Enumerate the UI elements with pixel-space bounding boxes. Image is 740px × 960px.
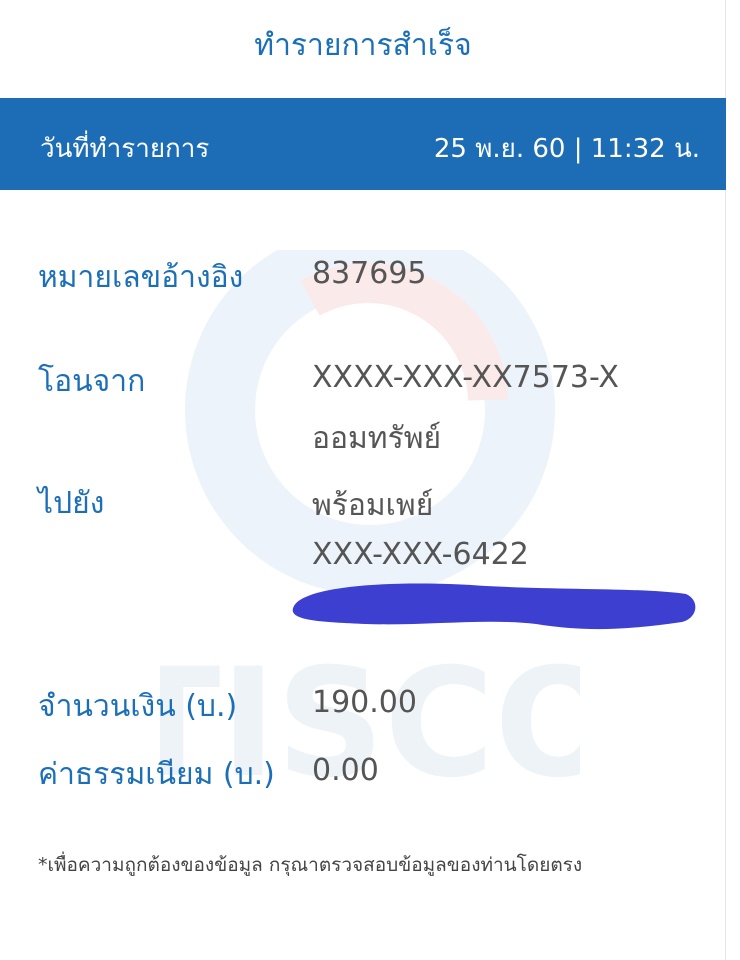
footnote: *เพื่อความถูกต้องของข้อมูล กรุณาตรวจสอบข… (38, 854, 583, 876)
redaction-scribble (292, 583, 696, 630)
fee-label: ค่าธรรมเนียม (บ.) (38, 757, 275, 792)
fee-value: 0.00 (312, 753, 379, 788)
amount-label: จำนวนเงิน (บ.) (38, 689, 238, 724)
page-title: ทำรายการสำเร็จ (254, 28, 472, 63)
transaction-date-value: 25 พ.ย. 60 | 11:32 น. (433, 134, 700, 164)
reference-label: หมายเลขอ้างอิง (38, 260, 244, 295)
from-account-number: XXXX-XXX-XX7573-X (312, 360, 619, 395)
from-label: โอนจาก (38, 364, 146, 399)
to-service: พร้อมเพย์ (312, 488, 434, 523)
reference-value: 837695 (312, 256, 427, 291)
transaction-date-label: วันที่ทำรายการ (40, 134, 210, 164)
to-number: XXX-XXX-6422 (312, 537, 529, 572)
amount-value: 190.00 (312, 685, 417, 720)
transfer-success-screen: ทำรายการสำเร็จ วันที่ทำรายการ 25 พ.ย. 60… (0, 0, 740, 960)
to-label: ไปยัง (38, 486, 105, 521)
edge-border (725, 0, 740, 960)
from-account-type: ออมทรัพย์ (312, 421, 442, 456)
transaction-date-bar: วันที่ทำรายการ 25 พ.ย. 60 | 11:32 น. (0, 98, 726, 190)
